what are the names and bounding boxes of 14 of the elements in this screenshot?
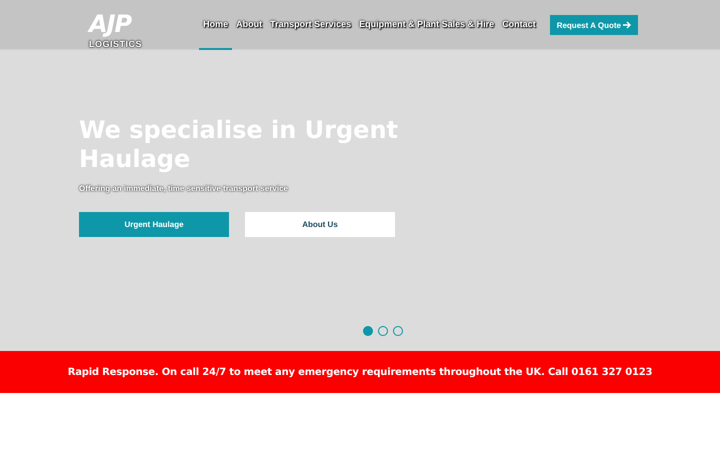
slide-dot[interactable] bbox=[393, 326, 403, 336]
request-quote-button[interactable]: Request A Quote bbox=[550, 15, 638, 35]
banner-text: Rapid Response. On call 24/7 to meet any emergency requirements throughout the UK. Call 0161 327 0123 bbox=[68, 366, 652, 378]
nav-link[interactable]: Transport Services bbox=[266, 0, 356, 50]
about-us-button[interactable]: About Us bbox=[245, 212, 395, 237]
urgent-haulage-button[interactable]: Urgent Haulage bbox=[79, 212, 229, 237]
logo-subtitle: LOGISTICS bbox=[89, 39, 142, 49]
arrow-icon bbox=[623, 21, 631, 29]
hero-subtitle: Offering an immediate, time sensitive transport service bbox=[79, 184, 290, 193]
slide-dot[interactable] bbox=[363, 326, 373, 336]
nav-link[interactable]: About bbox=[232, 0, 266, 50]
slide-dot[interactable] bbox=[378, 326, 388, 336]
nav-link[interactable]: Contact bbox=[498, 0, 540, 50]
logo-mark: AJP bbox=[89, 10, 133, 38]
